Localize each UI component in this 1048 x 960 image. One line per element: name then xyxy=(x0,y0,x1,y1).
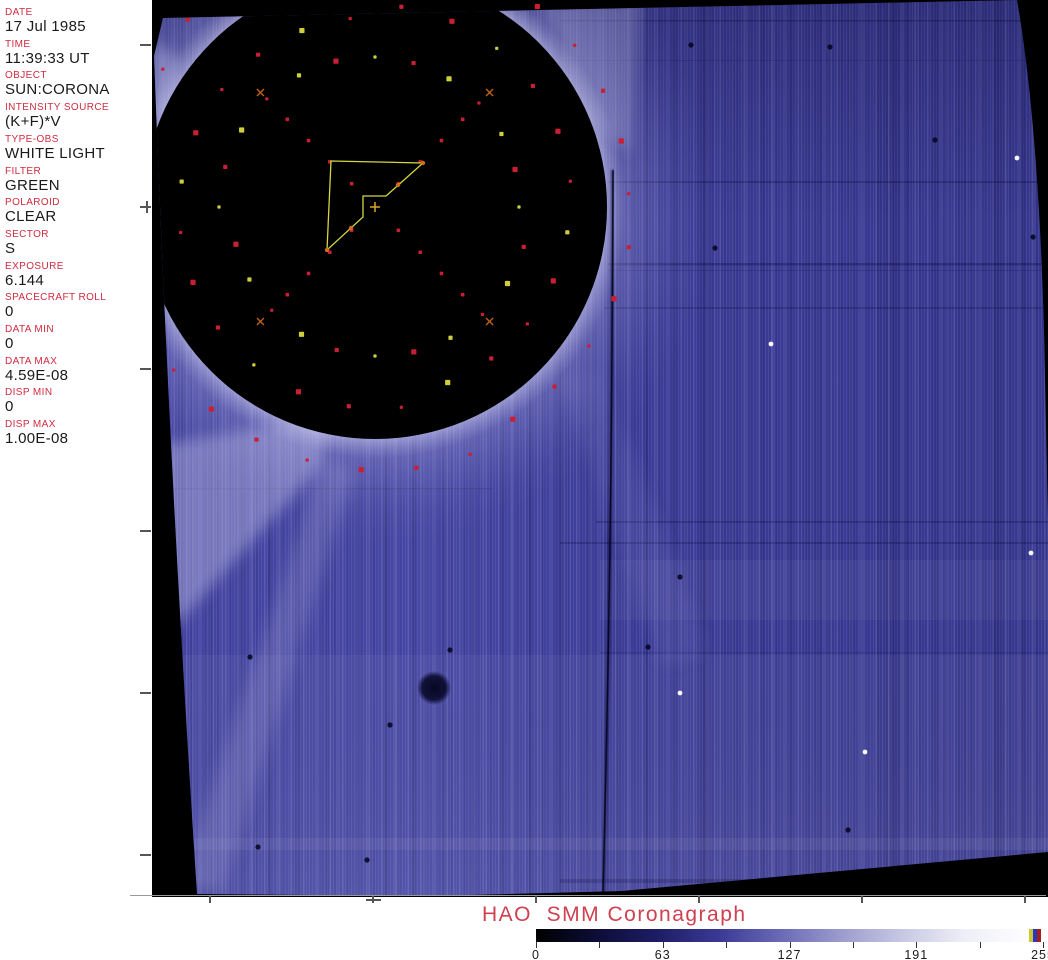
field-value: WHITE LIGHT xyxy=(5,144,105,162)
field-label: SECTOR xyxy=(5,228,49,240)
colorbar-tick xyxy=(599,942,601,948)
colorbar-scale-label: 255 xyxy=(1031,948,1048,960)
left-axis-tick xyxy=(140,692,151,694)
bottom-axis-tick xyxy=(1024,896,1026,903)
colorbar-scale-label: 127 xyxy=(777,948,802,960)
coronagraph-display-window: DATE 17 Jul 1985 TIME 11:39:33 UT OBJECT SUN:… xyxy=(0,0,1048,960)
field-value: 6.144 xyxy=(5,271,45,289)
field-value: CLEAR xyxy=(5,208,57,226)
field-value: 0 xyxy=(5,398,14,416)
left-axis-cross xyxy=(146,201,148,213)
field-value: GREEN xyxy=(5,176,60,194)
field-label: OBJECT xyxy=(5,70,47,82)
field-label: DATA MAX xyxy=(5,355,58,367)
metadata-field: TIME 11:39:33 UT xyxy=(5,39,151,67)
bottom-axis-tick xyxy=(698,896,700,903)
field-label: POLAROID xyxy=(5,197,60,209)
bottom-axis-tick xyxy=(861,896,863,903)
field-value: (K+F)*V xyxy=(5,113,61,131)
colorbar-tick xyxy=(979,942,981,948)
colorbar-end-stripe xyxy=(1037,929,1041,942)
left-axis-tick xyxy=(140,530,151,532)
field-value: 11:39:33 UT xyxy=(5,49,90,67)
metadata-field: OBJECT SUN:CORONA xyxy=(5,70,151,98)
field-label: INTENSITY SOURCE xyxy=(5,102,110,114)
metadata-field: FILTER GREEN xyxy=(5,166,151,194)
field-value: 1.00E-08 xyxy=(5,430,69,448)
field-label: FILTER xyxy=(5,165,42,177)
left-axis-tick xyxy=(140,44,151,46)
colorbar-scale-label: 63 xyxy=(654,948,671,960)
metadata-field: SPACECRAFT ROLL 0 xyxy=(5,292,151,320)
field-label: EXPOSURE xyxy=(5,260,64,272)
field-label: DISP MIN xyxy=(5,387,53,399)
metadata-field: DATA MIN 0 xyxy=(5,324,151,352)
plot-title: HAO SMM Coronagraph xyxy=(482,903,747,926)
coronagraph-image-panel xyxy=(152,0,1048,897)
metadata-field: DISP MAX 1.00E-08 xyxy=(5,419,151,447)
field-label: SPACECRAFT ROLL xyxy=(5,292,107,304)
field-value: 0 xyxy=(5,303,14,321)
field-value: 17 Jul 1985 xyxy=(5,18,86,35)
bottom-axis-tick xyxy=(209,896,211,903)
intensity-colorbar xyxy=(536,929,1043,942)
bottom-axis-cross xyxy=(366,898,381,901)
colorbar-tick xyxy=(726,942,728,948)
field-value: S xyxy=(5,239,16,257)
field-label: DATA MIN xyxy=(5,324,54,335)
field-value: SUN:CORONA xyxy=(5,81,110,99)
left-axis-tick xyxy=(140,368,151,370)
field-label: DISP MAX xyxy=(5,419,56,431)
metadata-field: DISP MIN 0 xyxy=(5,387,151,415)
metadata-field: POLAROID CLEAR xyxy=(5,197,151,225)
axis-baseline xyxy=(130,895,1046,896)
field-value: 4.59E-08 xyxy=(5,366,69,384)
bottom-axis-tick xyxy=(535,896,537,903)
metadata-sidebar: DATE 17 Jul 1985 TIME 11:39:33 UT OBJECT SUN:… xyxy=(0,0,152,896)
left-axis-tick xyxy=(140,854,151,856)
metadata-field: DATA MAX 4.59E-08 xyxy=(5,356,151,384)
metadata-field: DATE 17 Jul 1985 xyxy=(5,7,151,35)
field-label: TYPE-OBS xyxy=(5,133,59,145)
metadata-field: TYPE-OBS WHITE LIGHT xyxy=(5,134,151,162)
metadata-field: SECTOR S xyxy=(5,229,151,257)
field-label: TIME xyxy=(5,38,31,50)
colorbar-scale-label: 0 xyxy=(532,948,540,960)
metadata-field: EXPOSURE 6.144 xyxy=(5,261,151,289)
metadata-field: INTENSITY SOURCE (K+F)*V xyxy=(5,102,151,130)
coronagraph-image xyxy=(152,0,1048,897)
colorbar-tick xyxy=(852,942,854,948)
colorbar-scale-label: 191 xyxy=(904,948,929,960)
field-label: DATE xyxy=(5,7,33,18)
field-value: 0 xyxy=(5,335,14,352)
